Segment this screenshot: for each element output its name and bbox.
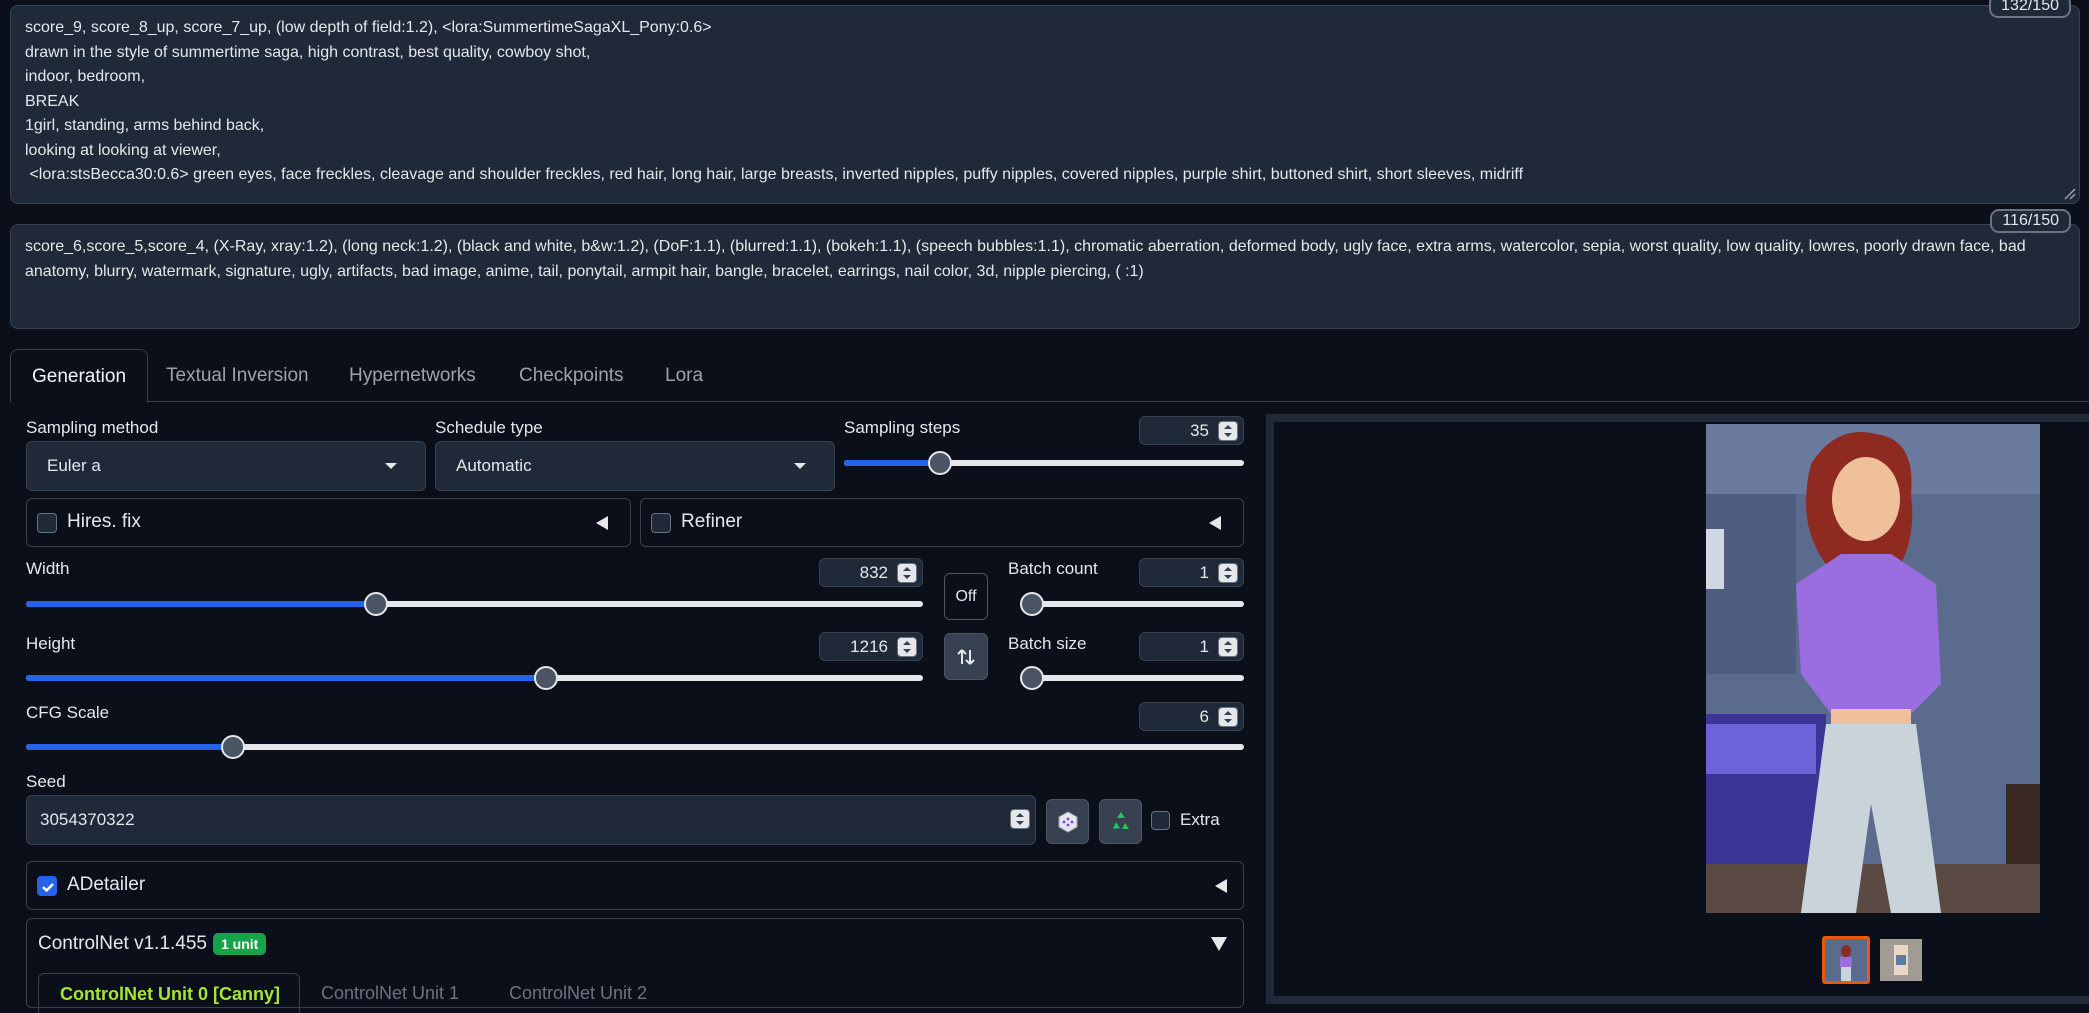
thumbnail-image [1825,939,1867,981]
seed-value: 3054370322 [40,810,135,829]
tab-lora[interactable]: Lora [644,349,724,402]
stepper-icon[interactable] [897,637,917,657]
swap-dimensions-button[interactable] [944,633,988,680]
batch-size-slider[interactable] [1020,666,1244,690]
schedule-type-dropdown[interactable]: Automatic [435,441,835,491]
refiner-label: Refiner [681,511,743,532]
schedule-type-value: Automatic [456,456,532,475]
expand-arrow-icon[interactable] [1211,937,1227,951]
negative-prompt-textarea[interactable]: score_6,score_5,score_4, (X-Ray, xray:1.… [10,224,2080,329]
slider-thumb[interactable] [534,666,558,690]
generated-image[interactable] [1706,424,2040,913]
adetailer-label: ADetailer [67,874,146,895]
stepper-icon[interactable] [1218,637,1238,657]
refiner-panel[interactable]: Refiner [640,498,1244,547]
negative-token-counter[interactable]: 116/150 [1990,209,2071,233]
cfg-scale-label: CFG Scale [26,703,110,722]
adetailer-panel[interactable]: ADetailer [26,861,1244,910]
hires-fix-label: Hires. fix [67,511,141,532]
reuse-seed-button[interactable] [1099,799,1142,844]
slider-fill [26,601,376,607]
sampling-method-dropdown[interactable]: Euler a [26,441,426,491]
tab-controlnet-unit-0[interactable]: ControlNet Unit 0 [Canny] [38,973,300,1013]
random-seed-button[interactable] [1046,799,1089,844]
tab-controlnet-unit-1[interactable]: ControlNet Unit 1 [321,983,459,1004]
batch-size-input[interactable]: 1 [1139,632,1244,661]
generated-character-image [1706,424,2040,913]
sampling-steps-label: Sampling steps [844,418,961,437]
slider-thumb[interactable] [364,592,388,616]
gallery-thumbnail[interactable] [1880,939,1922,981]
batch-size-label: Batch size [1008,634,1087,653]
slider-thumb[interactable] [1020,666,1044,690]
adetailer-checkbox[interactable] [37,876,57,896]
thumbnail-image [1880,939,1922,981]
chevron-down-icon [385,463,397,469]
tab-checkpoints[interactable]: Checkpoints [498,349,645,402]
tab-controlnet-unit-2[interactable]: ControlNet Unit 2 [509,983,647,1004]
sampling-steps-value: 35 [1190,421,1209,440]
tab-hypernetworks[interactable]: Hypernetworks [328,349,497,402]
recycle-icon [1112,812,1129,829]
hires-fix-panel[interactable]: Hires. fix [26,498,631,547]
slider-fill [26,744,233,750]
width-value: 832 [859,563,888,582]
width-slider[interactable] [26,592,923,616]
sampling-steps-input[interactable]: 35 [1139,416,1244,445]
slider-thumb[interactable] [1020,592,1044,616]
gallery-thumbnail-selected[interactable] [1822,936,1870,984]
tab-textual-inversion[interactable]: Textual Inversion [145,349,330,402]
height-value: 1216 [850,637,888,656]
tab-generation[interactable]: Generation [10,349,149,403]
sampling-method-label: Sampling method [26,418,159,437]
cfg-scale-input[interactable]: 6 [1139,702,1244,731]
batch-count-slider[interactable] [1020,592,1244,616]
controlnet-label: ControlNet v1.1.455 [38,933,207,954]
height-input[interactable]: 1216 [819,632,923,661]
positive-prompt-textarea[interactable]: score_9, score_8_up, score_7_up, (low de… [10,5,2080,204]
slider-thumb[interactable] [221,735,245,759]
chevron-down-icon [794,463,806,469]
batch-size-value: 1 [1199,637,1209,656]
stepper-icon[interactable] [1010,809,1030,829]
sampling-method-value: Euler a [47,456,101,475]
swap-vertical-icon [957,649,975,665]
hires-fix-checkbox[interactable] [37,513,57,533]
refiner-checkbox[interactable] [651,513,671,533]
cfg-scale-value: 6 [1199,707,1209,726]
slider-thumb[interactable] [928,451,952,475]
batch-count-label: Batch count [1008,559,1098,578]
slider-fill [844,460,940,466]
sampling-steps-slider[interactable] [844,451,1244,475]
aspect-lock-button[interactable]: Off [944,573,988,620]
controlnet-unit-badge: 1 unit [213,933,267,955]
collapse-arrow-icon[interactable] [1215,879,1227,893]
extra-seed-checkbox[interactable] [1151,811,1170,830]
height-label: Height [26,634,76,653]
cfg-scale-slider[interactable] [26,735,1244,759]
slider-fill [26,675,546,681]
main-tabs: Generation Textual Inversion Hypernetwor… [10,349,2089,403]
extra-seed-label: Extra [1180,810,1220,829]
schedule-type-label: Schedule type [435,418,543,437]
checkmark-icon [42,883,54,893]
batch-count-value: 1 [1199,563,1209,582]
positive-token-counter[interactable]: 132/150 [1989,0,2071,18]
dice-icon [1058,811,1077,833]
controlnet-panel[interactable]: ControlNet v1.1.455 1 unit ControlNet Un… [26,918,1244,1013]
seed-input[interactable]: 3054370322 [26,795,1036,845]
stepper-icon[interactable] [1218,707,1238,727]
width-input[interactable]: 832 [819,558,923,587]
resize-grip-icon[interactable] [2062,186,2076,200]
seed-label: Seed [26,772,66,791]
collapse-arrow-icon[interactable] [1209,516,1221,530]
stepper-icon[interactable] [1218,563,1238,583]
height-slider[interactable] [26,666,923,690]
output-gallery [1266,414,2089,1004]
stepper-icon[interactable] [1218,421,1238,441]
stepper-icon[interactable] [897,563,917,583]
collapse-arrow-icon[interactable] [596,516,608,530]
batch-count-input[interactable]: 1 [1139,558,1244,587]
width-label: Width [26,559,70,578]
